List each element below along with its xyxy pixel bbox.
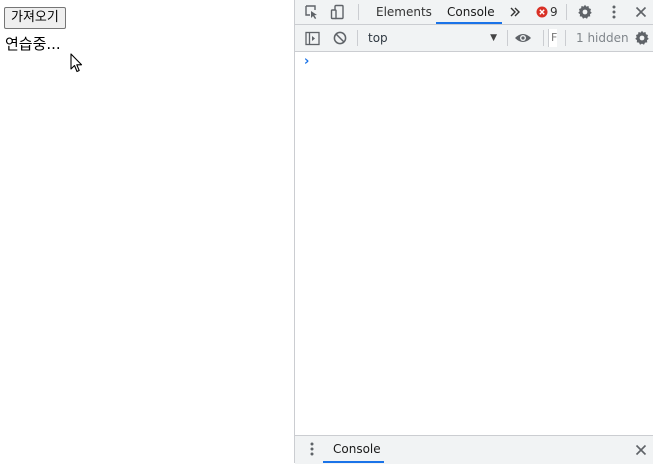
context-value: top <box>368 31 388 45</box>
kebab-menu-icon[interactable] <box>605 3 623 21</box>
status-text: 연습중... <box>5 35 61 53</box>
close-icon[interactable] <box>632 3 650 21</box>
active-tab-indicator <box>436 22 502 24</box>
gear-icon[interactable] <box>576 3 594 21</box>
toolbar-separator <box>565 30 566 46</box>
fetch-button[interactable]: 가져오기 <box>4 7 66 29</box>
clear-console-icon[interactable] <box>331 29 349 47</box>
dropdown-arrow-icon: ▼ <box>490 33 497 43</box>
web-page: 가져오기 연습중... <box>0 0 294 463</box>
error-count[interactable]: 9 <box>550 0 558 24</box>
drawer-menu-icon[interactable] <box>303 440 321 458</box>
devtools-tabbar: Elements Console 9 <box>295 0 653 25</box>
context-selector[interactable]: top ▼ <box>361 25 501 51</box>
inspect-element-icon[interactable] <box>303 3 321 21</box>
mouse-cursor-icon <box>70 53 84 77</box>
filter-input[interactable]: F <box>548 29 557 47</box>
toolbar-separator <box>357 30 358 46</box>
devtools-panel: Elements Console 9 top ▼ F 1 hidden › Co… <box>294 0 653 464</box>
drawer-close-icon[interactable] <box>632 441 650 459</box>
toolbar-separator <box>566 4 567 20</box>
console-filterbar: top ▼ F 1 hidden <box>295 25 653 52</box>
toolbar-separator <box>358 4 359 20</box>
toolbar-separator <box>543 30 544 46</box>
console-settings-gear-icon[interactable] <box>633 29 651 47</box>
tab-elements[interactable]: Elements <box>376 0 432 24</box>
console-prompt[interactable]: › <box>304 54 309 69</box>
eye-icon[interactable] <box>514 29 532 47</box>
toolbar-separator <box>507 30 508 46</box>
console-output[interactable]: › <box>295 52 653 435</box>
hidden-messages-count[interactable]: 1 hidden <box>576 25 629 51</box>
tab-console[interactable]: Console <box>447 0 495 24</box>
sidebar-toggle-icon[interactable] <box>303 29 321 47</box>
chevron-double-right-icon[interactable] <box>506 3 524 21</box>
device-toolbar-icon[interactable] <box>329 3 347 21</box>
devtools-drawer: Console <box>295 435 653 464</box>
error-icon[interactable] <box>533 3 551 21</box>
drawer-tab-console[interactable]: Console <box>333 436 381 463</box>
